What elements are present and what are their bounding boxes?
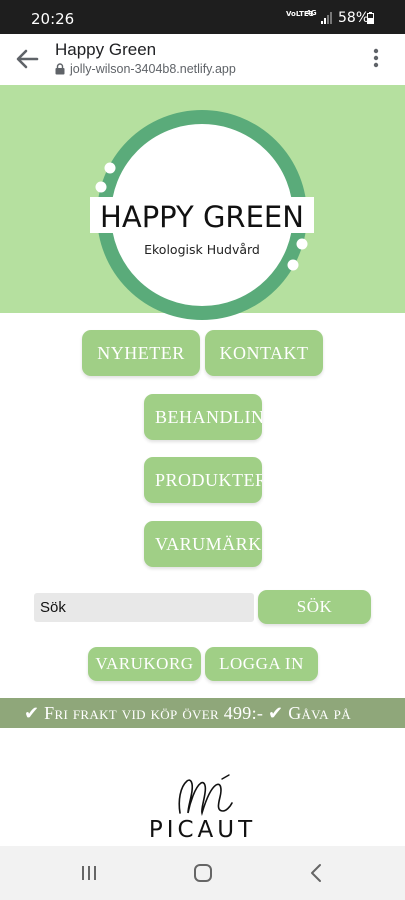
url-text: jolly-wilson-3404b8.netlify.app: [70, 62, 236, 76]
battery-percent: 58%: [338, 10, 370, 26]
lock-icon: [55, 63, 65, 75]
picaut-monogram[interactable]: [160, 773, 250, 821]
more-menu-icon[interactable]: [368, 46, 384, 70]
search-input[interactable]: [34, 593, 254, 622]
behandlingar-button[interactable]: Behandlingar: [144, 394, 262, 440]
varumarken-button[interactable]: Varumärken: [144, 521, 262, 567]
browser-toolbar: Happy Green jolly-wilson-3404b8.netlify.…: [0, 34, 405, 86]
behandlingar-label: Behandlingar: [155, 406, 262, 427]
cart-button[interactable]: Varukorg: [88, 647, 201, 681]
nyheter-label: Nyheter: [97, 342, 185, 363]
battery-icon: [367, 12, 374, 24]
home-icon[interactable]: [193, 863, 213, 883]
logo-dot: [296, 238, 308, 250]
cart-label: Varukorg: [95, 654, 194, 673]
url-bar[interactable]: jolly-wilson-3404b8.netlify.app: [55, 62, 236, 76]
login-button[interactable]: Logga in: [205, 647, 318, 681]
page-title: Happy Green: [55, 40, 157, 59]
banner-text: ✔ Fri frakt vid köp över 499:- ✔ Gåva på: [24, 703, 351, 723]
logo-dot: [95, 181, 107, 193]
logo-dot: [104, 162, 116, 174]
produkter-button[interactable]: Produkter: [144, 457, 262, 503]
lte-indicator: 4G: [306, 9, 317, 17]
system-nav-bar: [0, 846, 405, 900]
logo-dot: [287, 259, 299, 271]
varumarken-label: Varumärken: [155, 533, 262, 554]
status-bar: 20:26 VoLTE1 4G 58%: [0, 0, 405, 34]
nyheter-button[interactable]: Nyheter: [82, 330, 200, 376]
logo-title: HAPPY GREEN: [100, 200, 304, 234]
back-arrow-icon[interactable]: [15, 49, 39, 69]
happy-green-logo[interactable]: HAPPY GREEN Ekologisk Hudvård: [88, 107, 316, 323]
login-label: Logga in: [219, 654, 304, 673]
search-button[interactable]: Sök: [258, 590, 371, 624]
shipping-banner: ✔ Fri frakt vid köp över 499:- ✔ Gåva på: [0, 698, 405, 728]
brand-name: PICAUT: [148, 817, 257, 843]
back-icon[interactable]: [310, 863, 322, 883]
kontakt-button[interactable]: Kontakt: [205, 330, 323, 376]
logo-subtitle: Ekologisk Hudvård: [144, 242, 260, 257]
recent-apps-icon[interactable]: [80, 864, 98, 882]
kontakt-label: Kontakt: [219, 342, 309, 363]
status-time: 20:26: [31, 10, 75, 28]
produkter-label: Produkter: [155, 469, 262, 490]
hero-banner: HAPPY GREEN Ekologisk Hudvård: [0, 85, 405, 320]
signal-icon: [321, 12, 332, 24]
search-button-label: Sök: [296, 597, 333, 616]
